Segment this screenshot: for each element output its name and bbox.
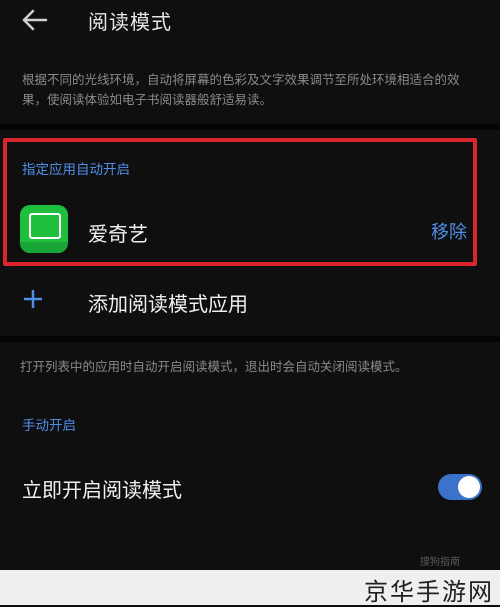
- toggle-knob: [458, 476, 480, 498]
- back-button[interactable]: [18, 6, 52, 36]
- watermark-small: 搜狗指南: [420, 557, 460, 568]
- section-divider: [0, 336, 500, 342]
- section-divider: [0, 124, 500, 130]
- watermark-text: 京华手游网: [364, 578, 494, 606]
- manual-toggle-row: 立即开启阅读模式: [0, 466, 500, 510]
- reading-mode-toggle[interactable]: [438, 474, 482, 500]
- reading-mode-screen: 阅读模式 根据不同的光线环境，自动将屏幕的色彩及文字效果调节至所处环境相适合的效…: [0, 0, 500, 570]
- add-app-label: 添加阅读模式应用: [88, 292, 248, 316]
- mode-description: 根据不同的光线环境，自动将屏幕的色彩及文字效果调节至所处环境相适合的效果，使阅读…: [22, 72, 460, 107]
- plus-icon: [24, 290, 42, 308]
- manual-toggle-label: 立即开启阅读模式: [22, 478, 182, 502]
- header: 阅读模式: [0, 0, 500, 46]
- watermark-bar: 京华手游网: [0, 570, 500, 606]
- add-app-button[interactable]: 添加阅读模式应用: [0, 278, 500, 328]
- page-title: 阅读模式: [88, 10, 172, 34]
- highlight-annotation-box: [3, 138, 477, 266]
- manual-section-title: 手动开启: [22, 418, 76, 434]
- back-arrow-icon: [22, 9, 48, 31]
- auto-mode-note: 打开列表中的应用时自动开启阅读模式，退出时会自动关闭阅读模式。: [20, 359, 408, 374]
